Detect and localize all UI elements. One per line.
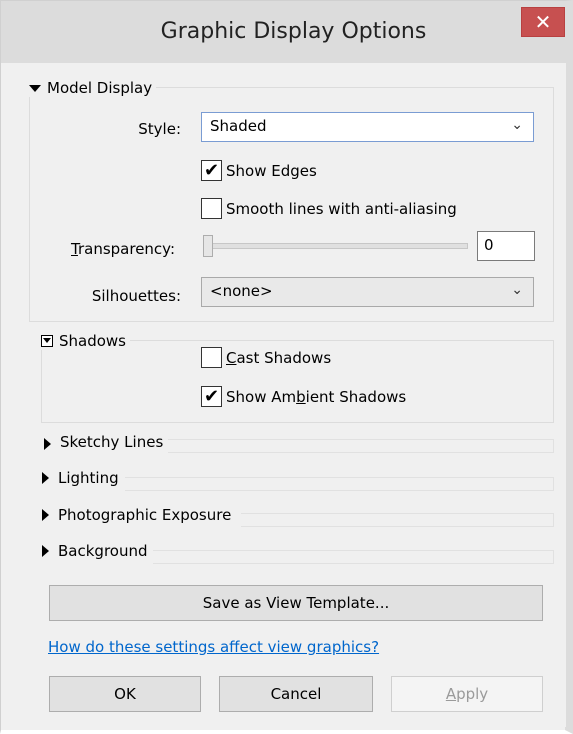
close-icon: ✕ [534,10,552,34]
cast-shadows-label: Cast Shadows [226,348,332,367]
title-bar[interactable]: Graphic Display Options ✕ [1,1,566,63]
model-display-header[interactable]: Model Display [29,79,157,97]
sketchy-lines-title: Sketchy Lines [60,433,164,451]
transparency-slider-thumb[interactable] [203,235,213,257]
help-link[interactable]: How do these settings affect view graphi… [48,638,379,656]
dialog-body: Model Display Style: Shaded ⌄ ✔ Show Edg… [13,63,566,727]
chevron-down-icon: ⌄ [511,282,523,298]
show-edges-label: Show Edges [226,161,317,180]
lighting-header[interactable]: Lighting [41,469,119,487]
cast-shadows-checkbox[interactable] [201,347,222,368]
model-display-title: Model Display [47,79,153,97]
checkmark-icon: ✔ [203,385,220,407]
collapsed-triangle-icon [42,545,49,557]
dialog-title: Graphic Display Options [160,19,427,44]
sketchy-lines-header[interactable]: Sketchy Lines [43,433,163,451]
smooth-lines-label: Smooth lines with anti-aliasing [226,199,457,218]
smooth-lines-checkbox[interactable] [201,198,222,219]
collapsed-triangle-icon [42,472,49,484]
style-label: Style: [138,120,181,138]
checkmark-icon: ✔ [203,159,220,181]
close-button[interactable]: ✕ [521,7,565,37]
photographic-exposure-title: Photographic Exposure [58,506,232,524]
silhouettes-select-value: <none> [210,282,273,300]
photographic-exposure-header[interactable]: Photographic Exposure [41,506,231,524]
lighting-title: Lighting [58,469,119,487]
ambient-shadows-label: Show Ambient Shadows [226,387,407,406]
show-edges-checkbox[interactable]: ✔ [201,160,222,181]
dialog-window: Graphic Display Options ✕ Model Display … [0,0,573,734]
show-edges-row[interactable]: ✔ Show Edges [201,160,317,181]
photographic-exposure-divider [241,513,554,527]
save-as-view-template-button[interactable]: Save as View Template... [49,585,543,621]
ambient-shadows-row[interactable]: ✔ Show Ambient Shadows [201,386,406,407]
transparency-slider-track[interactable] [206,243,468,249]
style-select[interactable]: Shaded ⌄ [201,112,534,142]
silhouettes-select[interactable]: <none> ⌄ [201,277,534,307]
shadows-header[interactable]: Shadows [41,332,131,350]
background-header[interactable]: Background [41,542,148,560]
cast-shadows-row[interactable]: Cast Shadows [201,347,331,368]
lighting-divider [125,477,554,491]
background-title: Background [58,542,148,560]
apply-button[interactable]: Apply [391,676,543,712]
ok-button[interactable]: OK [49,676,201,712]
ambient-shadows-checkbox[interactable]: ✔ [201,386,222,407]
background-divider [153,550,554,564]
expanded-box-icon [41,335,53,347]
chevron-down-icon: ⌄ [511,117,523,133]
smooth-lines-row[interactable]: Smooth lines with anti-aliasing [201,198,457,219]
expanded-triangle-icon [29,84,41,92]
transparency-input[interactable]: 0 [477,231,535,261]
collapsed-triangle-icon [44,438,51,450]
cancel-button[interactable]: Cancel [219,676,373,712]
sketchy-lines-divider [168,439,554,453]
silhouettes-label: Silhouettes: [91,287,181,305]
style-select-value: Shaded [210,117,267,135]
collapsed-triangle-icon [42,509,49,521]
shadows-title: Shadows [59,332,127,350]
transparency-label: Transparency: [71,240,176,258]
